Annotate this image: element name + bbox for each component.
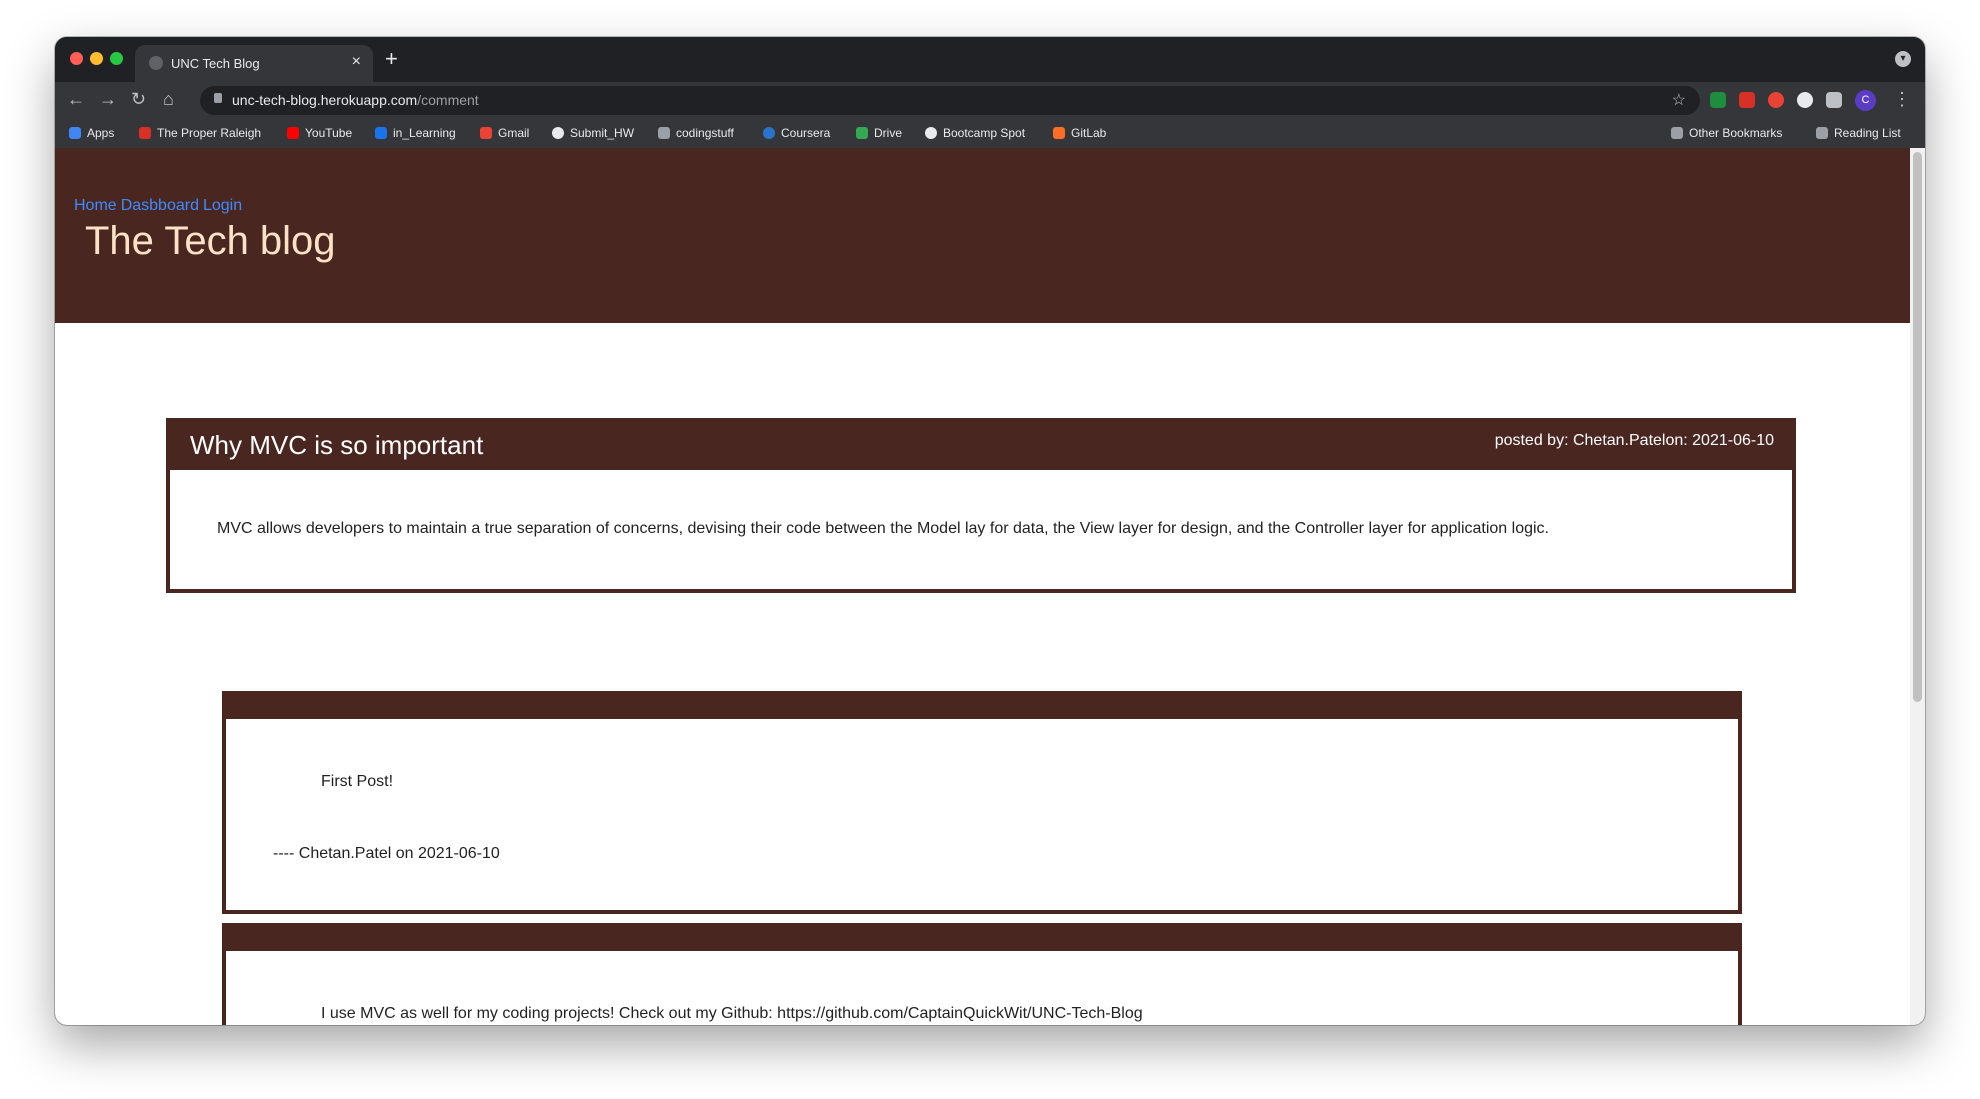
bookmark-label: Coursera [781,126,831,140]
globe-icon [149,56,163,70]
globe-icon [925,127,937,139]
extension-circle-icon[interactable] [1797,92,1813,108]
browser-window: UNC Tech Blog × + ▾ ← → ↻ ⌂ unc-tech-blo… [55,37,1925,1025]
reading-list-icon [1816,127,1828,139]
back-arrow-icon[interactable]: ← [67,89,85,110]
tab-search-icon[interactable]: ▾ [1895,51,1911,67]
apps-grid-icon [69,127,81,139]
bookmark-gitlab[interactable]: GitLab [1053,126,1106,140]
extension-red-icon[interactable] [1739,92,1755,108]
bookmark-reading-list[interactable]: Reading List [1816,126,1901,140]
post-card: Why MVC is so important posted by: Cheta… [166,418,1796,593]
bookmarks-bar: Apps The Proper Raleigh YouTube in_Learn… [55,119,1925,149]
folder-icon [658,127,670,139]
extension-record-icon[interactable] [1768,92,1784,108]
scrollbar-thumb[interactable] [1913,152,1922,702]
puzzle-icon[interactable] [1826,92,1842,108]
comment-card: First Post! ---- Chetan.Patel on 2021-06… [222,691,1742,914]
proper-raleigh-icon [139,127,151,139]
bookmark-label: Other Bookmarks [1689,126,1783,140]
site-title: The Tech blog [85,219,336,263]
bookmark-in-learning[interactable]: in_Learning [375,126,456,140]
url-host: unc-tech-blog.herokuapp.com [232,92,418,108]
bookmark-label: Reading List [1834,126,1901,140]
menu-dots-icon[interactable]: ⋮ [1893,89,1911,110]
page-scrollbar[interactable] [1910,148,1925,1025]
nav-dashboard-link[interactable]: Dasbboard [121,197,199,214]
post-title: Why MVC is so important [190,430,484,460]
url-path: /comment [417,92,479,108]
gmail-icon [480,127,492,139]
bookmark-bootcamp-spot[interactable]: Bootcamp Spot [925,126,1025,140]
bookmark-youtube[interactable]: YouTube [287,126,352,140]
folder-icon [1671,127,1683,139]
bookmark-coursera[interactable]: Coursera [763,126,830,140]
minimize-window-button[interactable] [90,52,103,65]
site-header: Home Dasbboard Login The Tech blog [55,148,1910,323]
close-window-button[interactable] [70,52,83,65]
reload-icon[interactable]: ↻ [131,89,146,110]
url-text[interactable]: unc-tech-blog.herokuapp.com/comment [232,92,479,108]
in-learning-icon [375,127,387,139]
lock-icon [214,93,222,103]
globe-icon [552,127,564,139]
bookmark-label: GitLab [1071,126,1107,140]
bookmark-star-icon[interactable]: ☆ [1672,90,1686,110]
nav-login-link[interactable]: Login [203,197,242,214]
browser-toolbar: ← → ↻ ⌂ unc-tech-blog.herokuapp.com/comm… [55,82,1925,119]
shield-extension-icon[interactable] [1710,92,1726,108]
gitlab-icon [1053,127,1065,139]
address-bar[interactable]: unc-tech-blog.herokuapp.com/comment ☆ [200,86,1700,115]
new-tab-button[interactable]: + [385,46,398,72]
forward-arrow-icon[interactable]: → [99,89,117,110]
bookmark-apps[interactable]: Apps [69,126,114,140]
comment-text: I use MVC as well for my coding projects… [321,1005,1143,1022]
nav-home-link[interactable]: Home [74,197,117,214]
tab-close-icon[interactable]: × [352,53,361,71]
bookmark-label: YouTube [305,126,353,140]
bookmark-label: Apps [87,126,115,140]
comment-header [226,927,1738,951]
bookmark-label: in_Learning [393,126,456,140]
tab-unc-tech-blog[interactable]: UNC Tech Blog × [135,45,373,82]
bookmark-codingstuff[interactable]: codingstuff [658,126,734,140]
comment-signature: ---- Chetan.Patel on 2021-06-10 [273,845,500,862]
post-header: Why MVC is so important posted by: Cheta… [170,422,1792,470]
post-meta: posted by: Chetan.Patelon: 2021-06-10 [1494,432,1774,449]
home-icon[interactable]: ⌂ [163,89,174,110]
bookmark-label: The Proper Raleigh [157,126,262,140]
youtube-icon [287,127,299,139]
coursera-icon [763,127,775,139]
tab-title: UNC Tech Blog [171,56,260,71]
profile-avatar[interactable]: C [1855,90,1876,111]
comment-text: First Post! [321,773,394,790]
bookmark-label: Submit_HW [570,126,635,140]
page-viewport: Home Dasbboard Login The Tech blog Why MVC… [55,148,1925,1025]
bookmark-label: Bootcamp Spot [943,126,1026,140]
bookmark-other-bookmarks[interactable]: Other Bookmarks [1671,126,1782,140]
tab-strip: UNC Tech Blog × + ▾ [55,37,1925,82]
comment-card: I use MVC as well for my coding projects… [222,923,1742,1025]
bookmark-gmail[interactable]: Gmail [480,126,529,140]
bookmark-drive[interactable]: Drive [856,126,902,140]
bookmark-label: Gmail [498,126,530,140]
comment-header [226,695,1738,719]
bookmark-proper-raleigh[interactable]: The Proper Raleigh [139,126,261,140]
maximize-window-button[interactable] [110,52,123,65]
site-nav: Home Dasbboard Login [74,197,246,215]
post-body: MVC allows developers to maintain a true… [217,520,1549,537]
bookmark-label: Drive [874,126,903,140]
drive-icon [856,127,868,139]
bookmark-label: codingstuff [676,126,734,140]
bookmark-submit-hw[interactable]: Submit_HW [552,126,634,140]
